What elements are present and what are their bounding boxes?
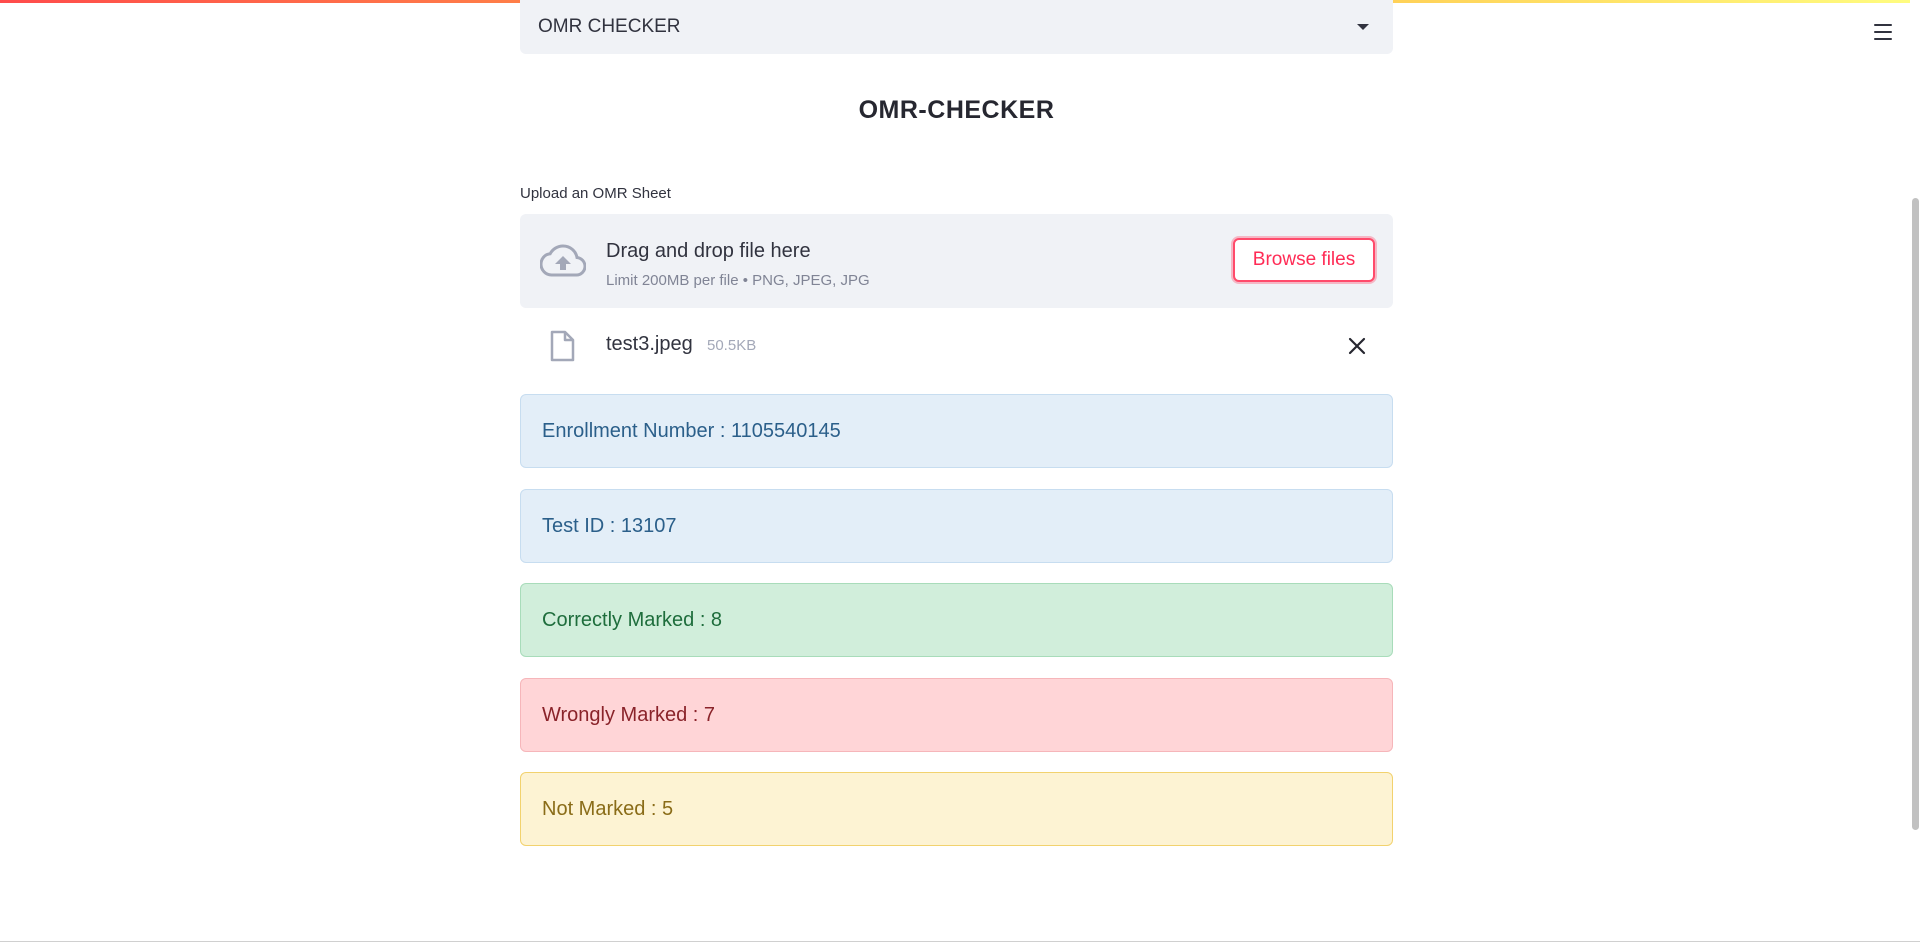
test-id-alert: Test ID : 13107 [520,489,1393,563]
menu-line [1874,38,1892,40]
file-name: test3.jpeg [606,333,693,355]
wrongly-marked-alert: Wrongly Marked : 7 [520,678,1393,752]
file-dropzone[interactable]: Drag and drop file here Limit 200MB per … [520,214,1393,308]
scrollbar-thumb[interactable] [1912,198,1919,830]
not-marked-alert: Not Marked : 5 [520,772,1393,846]
dropzone-limit-text: Limit 200MB per file • PNG, JPEG, JPG [606,272,870,289]
page-selector-value: OMR CHECKER [538,16,681,37]
browse-files-button[interactable]: Browse files [1233,238,1375,282]
menu-line [1874,31,1892,33]
upload-label: Upload an OMR Sheet [520,185,671,202]
chevron-down-icon [1357,24,1369,30]
uploaded-file-row: test3.jpeg 50.5KB [520,320,1393,372]
enrollment-number-alert: Enrollment Number : 1105540145 [520,394,1393,468]
menu-line [1874,24,1892,26]
file-size: 50.5KB [707,337,757,354]
correctly-marked-alert: Correctly Marked : 8 [520,583,1393,657]
page-selector[interactable]: OMR CHECKER [520,0,1393,54]
hamburger-menu-icon[interactable] [1874,24,1892,40]
dropzone-title: Drag and drop file here [606,240,811,262]
page-title: OMR-CHECKER [858,96,1055,124]
close-icon[interactable] [1345,334,1369,358]
scrollbar[interactable] [1910,0,1920,942]
file-icon [550,330,575,362]
cloud-upload-icon [540,244,586,277]
